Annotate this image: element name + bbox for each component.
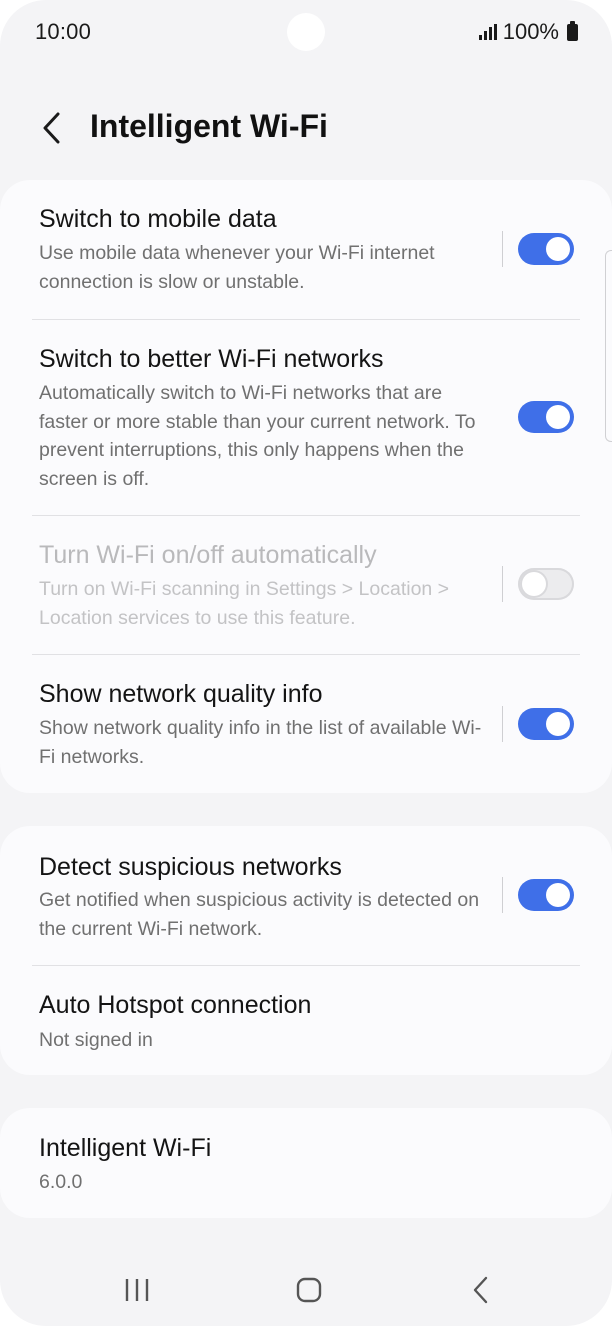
setting-switch-to-better-wifi[interactable]: Switch to better Wi-Fi networks Automati…: [0, 320, 612, 516]
battery-icon: [567, 20, 578, 41]
battery-percent: 100%: [502, 19, 559, 44]
divider: [502, 566, 503, 602]
about-card[interactable]: Intelligent Wi-Fi 6.0.0: [0, 1108, 612, 1218]
settings-card-1: Switch to mobile data Use mobile data wh…: [0, 180, 612, 793]
home-button[interactable]: [284, 1270, 334, 1310]
setting-detect-suspicious-networks[interactable]: Detect suspicious networks Get notified …: [0, 826, 612, 966]
switch-to-mobile-data-toggle[interactable]: [518, 233, 574, 265]
setting-description: Use mobile data whenever your Wi-Fi inte…: [39, 242, 435, 293]
setting-description: Turn on Wi-Fi scanning in Settings > Loc…: [39, 578, 450, 629]
scrollbar[interactable]: [605, 250, 612, 442]
switch-to-better-wifi-toggle[interactable]: [518, 401, 574, 433]
setting-description: Automatically switch to Wi-Fi networks t…: [39, 382, 476, 490]
divider: [502, 706, 503, 742]
navigation-bar: [0, 1252, 612, 1322]
divider: [502, 877, 503, 913]
page-title: Intelligent Wi-Fi: [90, 108, 328, 144]
signal-icon: [478, 24, 497, 40]
setting-title: Show network quality info: [39, 680, 323, 708]
setting-description: Not signed in: [39, 1029, 153, 1051]
settings-card-2: Detect suspicious networks Get notified …: [0, 826, 612, 1075]
about-version: 6.0.0: [39, 1171, 83, 1193]
chevron-left-icon: [43, 112, 60, 144]
setting-title: Detect suspicious networks: [39, 853, 342, 881]
home-icon: [296, 1277, 322, 1303]
status-icons: 100%: [478, 19, 578, 45]
divider: [502, 231, 503, 267]
about-title: Intelligent Wi-Fi: [39, 1134, 212, 1162]
setting-title: Auto Hotspot connection: [39, 991, 312, 1019]
setting-description: Get notified when suspicious activity is…: [39, 889, 480, 940]
setting-title: Switch to better Wi-Fi networks: [39, 345, 384, 373]
setting-title: Turn Wi-Fi on/off automatically: [39, 541, 377, 569]
setting-turn-wifi-on-off-automatically: Turn Wi-Fi on/off automatically Turn on …: [0, 516, 612, 655]
phone-screen: 10:00 100% Intelligent Wi-Fi Switch to m…: [0, 0, 612, 1326]
recents-icon: [125, 1279, 149, 1301]
back-nav-button[interactable]: [456, 1270, 506, 1310]
setting-title: Switch to mobile data: [39, 205, 277, 233]
front-camera: [287, 13, 325, 51]
recents-button[interactable]: [112, 1270, 162, 1310]
detect-suspicious-networks-toggle[interactable]: [518, 879, 574, 911]
turn-wifi-on-off-toggle: [518, 568, 574, 600]
setting-auto-hotspot-connection[interactable]: Auto Hotspot connection Not signed in: [0, 966, 612, 1075]
setting-switch-to-mobile-data[interactable]: Switch to mobile data Use mobile data wh…: [0, 180, 612, 320]
status-time: 10:00: [35, 19, 92, 44]
back-icon: [473, 1276, 488, 1304]
setting-description: Show network quality info in the list of…: [39, 717, 482, 768]
setting-show-network-quality-info[interactable]: Show network quality info Show network q…: [0, 655, 612, 793]
show-network-quality-toggle[interactable]: [518, 708, 574, 740]
back-button[interactable]: [30, 106, 74, 150]
